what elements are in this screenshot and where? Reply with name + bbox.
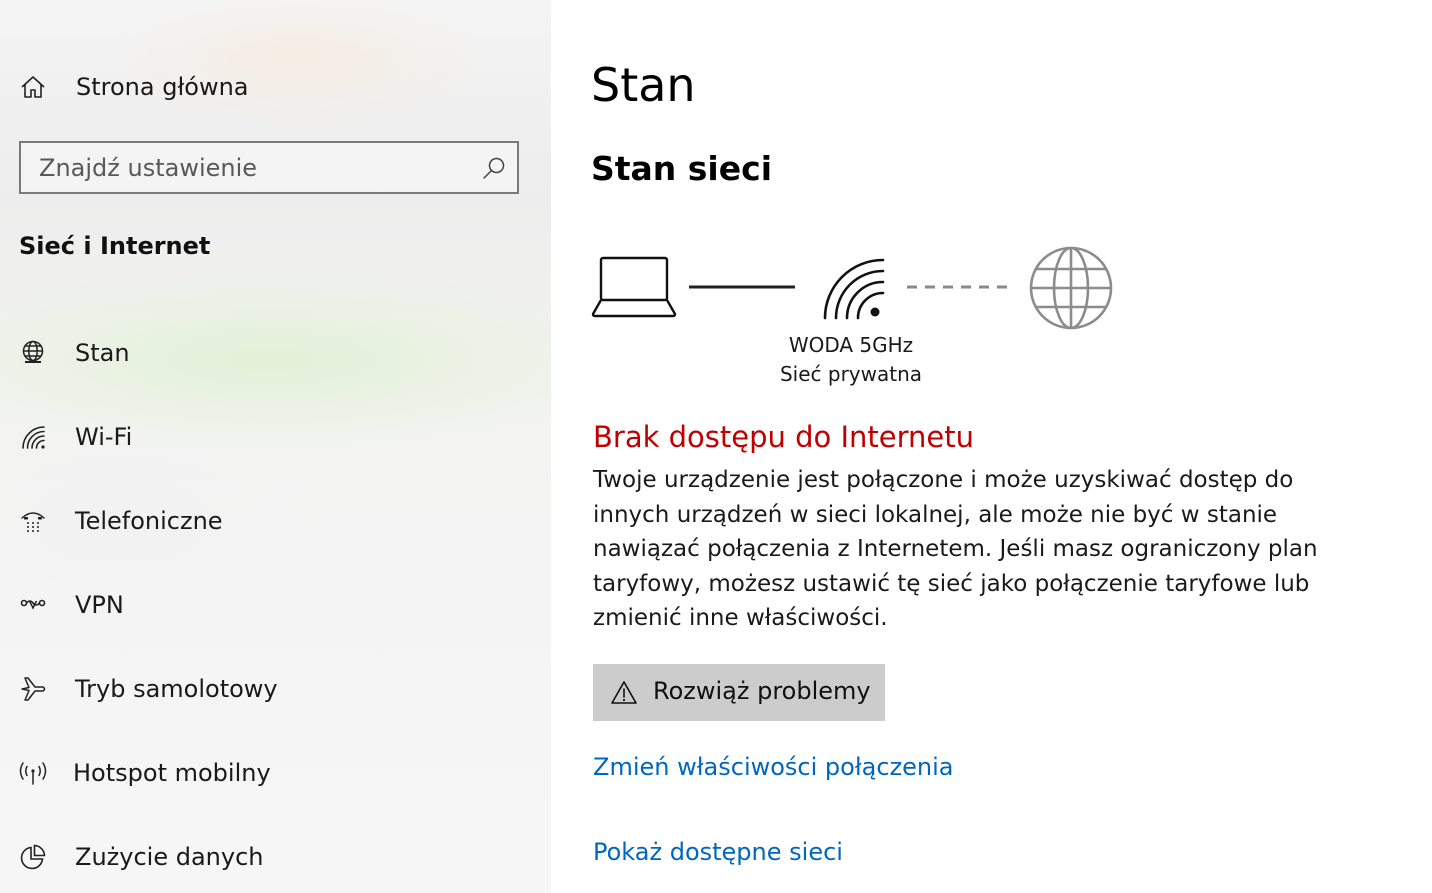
nav-home-label: Strona główna — [76, 73, 249, 101]
network-name: WODA 5GHz — [788, 333, 914, 357]
nav-item-label: Tryb samolotowy — [75, 675, 278, 703]
nav-item-label: Wi-Fi — [75, 423, 133, 451]
nav-home[interactable]: Strona główna — [0, 57, 551, 117]
nav-item-dialup[interactable]: Telefoniczne — [0, 491, 551, 551]
network-diagram: WODA 5GHz Sieć prywatna — [591, 240, 1131, 390]
connection-line-dashed — [907, 285, 1015, 289]
section-subtitle: Stan sieci — [591, 149, 773, 188]
nav-item-label: VPN — [75, 591, 124, 619]
nav-item-vpn[interactable]: VPN — [0, 575, 551, 635]
nav-item-label: Hotspot mobilny — [73, 759, 271, 787]
search-icon[interactable] — [481, 155, 507, 181]
nav-item-label: Telefoniczne — [75, 507, 223, 535]
sidebar: Strona główna Sieć i Internet Stan — [0, 0, 551, 893]
globe-icon — [1029, 246, 1113, 330]
laptop-icon — [591, 256, 677, 318]
troubleshoot-button[interactable]: Rozwiąż problemy — [593, 664, 885, 721]
warning-icon — [611, 681, 637, 704]
nav-item-airplane-mode[interactable]: Tryb samolotowy — [0, 659, 551, 719]
section-title: Sieć i Internet — [19, 232, 211, 260]
nav-item-wifi[interactable]: Wi-Fi — [0, 407, 551, 467]
search-box[interactable] — [19, 141, 519, 194]
home-icon — [18, 72, 48, 102]
vpn-icon — [18, 590, 48, 620]
main-content: Stan Stan sieci WODA 5GHz Sieć prywatna … — [551, 0, 1432, 893]
nav-item-label: Zużycie danych — [75, 843, 264, 871]
wifi-signal-icon — [823, 258, 885, 320]
nav-item-label: Stan — [75, 339, 130, 367]
search-input[interactable] — [39, 152, 469, 184]
connection-line-solid — [689, 285, 795, 289]
airplane-icon — [18, 674, 48, 704]
network-type: Sieć prywatna — [779, 362, 923, 386]
wifi-icon — [18, 422, 48, 452]
hotspot-icon — [18, 758, 48, 788]
globe-status-icon — [18, 338, 48, 368]
dialup-icon — [18, 506, 48, 536]
nav-item-status[interactable]: Stan — [0, 323, 551, 383]
nav-item-data-usage[interactable]: Zużycie danych — [0, 827, 551, 887]
data-usage-icon — [18, 842, 48, 872]
show-available-networks-link[interactable]: Pokaż dostępne sieci — [593, 838, 843, 866]
settings-window: Strona główna Sieć i Internet Stan — [0, 0, 1432, 893]
page-title: Stan — [591, 58, 696, 112]
nav-item-hotspot[interactable]: Hotspot mobilny — [0, 743, 551, 803]
status-description: Twoje urządzenie jest połączone i może u… — [593, 467, 1318, 631]
change-connection-properties-link[interactable]: Zmień właściwości połączenia — [593, 753, 954, 781]
status-heading: Brak dostępu do Internetu — [593, 420, 974, 454]
troubleshoot-label: Rozwiąż problemy — [653, 677, 871, 705]
